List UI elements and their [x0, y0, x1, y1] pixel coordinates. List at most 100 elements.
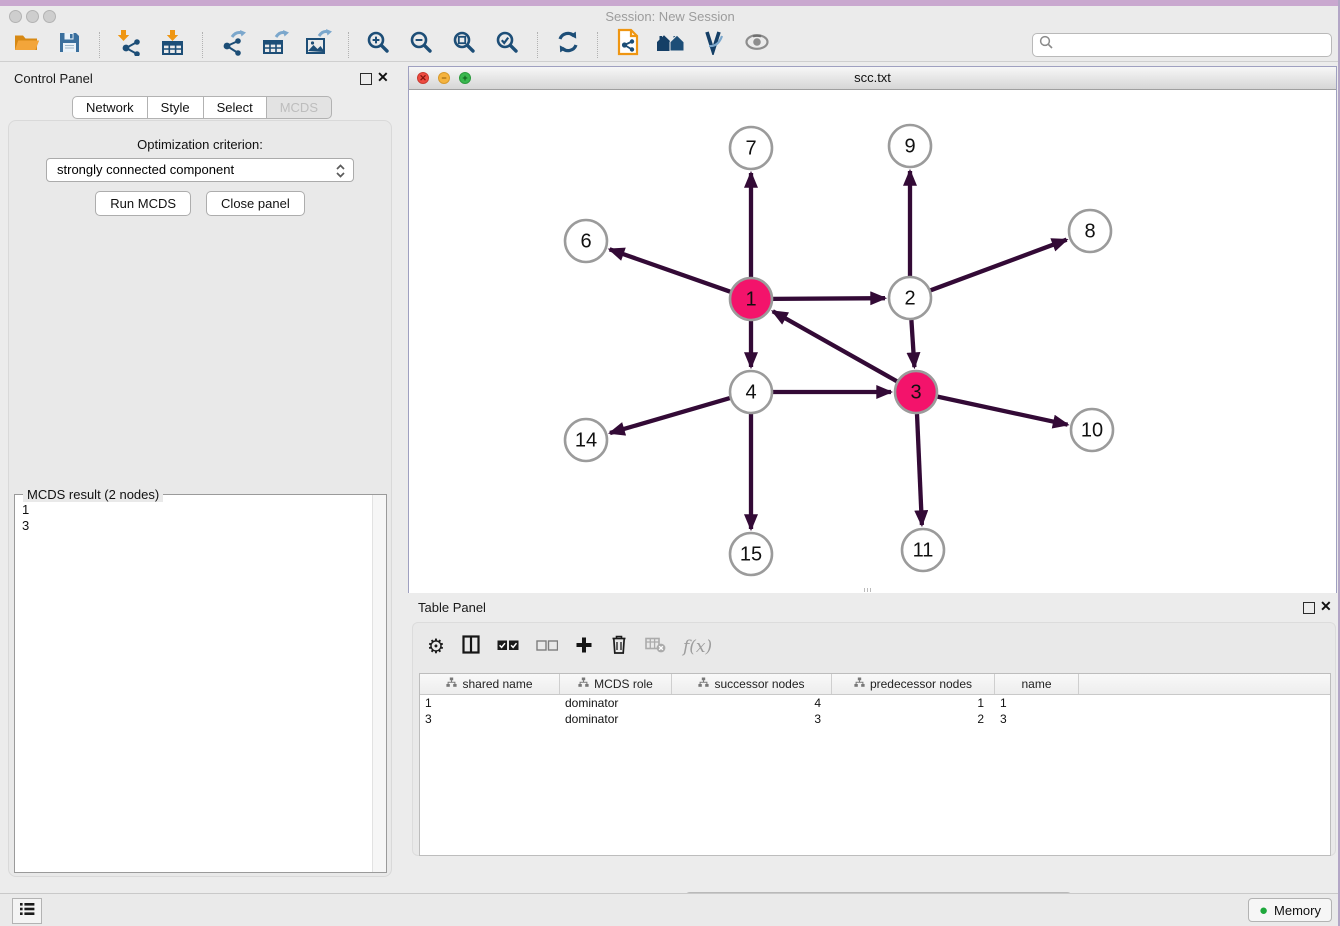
column-header-MCDS-role[interactable]: MCDS role: [560, 674, 672, 694]
close-panel-button[interactable]: Close panel: [206, 191, 305, 216]
network-window-titlebar[interactable]: ✕ − + scc.txt: [409, 67, 1336, 90]
graph-edge-4-14[interactable]: [610, 398, 730, 433]
refresh-layout-button[interactable]: [549, 30, 586, 60]
hide-preview-button[interactable]: [738, 30, 775, 60]
control-panel-title: Control Panel: [14, 71, 93, 86]
table-options-button[interactable]: ⚙: [427, 637, 445, 657]
gear-icon: ⚙: [427, 637, 445, 657]
add-column-button[interactable]: [575, 636, 593, 659]
close-panel-icon[interactable]: ✕: [377, 69, 389, 85]
task-history-button[interactable]: [12, 898, 42, 924]
table-cell[interactable]: dominator: [560, 711, 672, 727]
graph-edge-3-11[interactable]: [917, 414, 922, 525]
table-cell[interactable]: 3: [995, 711, 1079, 727]
tab-network[interactable]: Network: [72, 96, 148, 119]
float-panel-icon[interactable]: [360, 73, 372, 85]
graph-node-label: 9: [904, 135, 915, 157]
tab-select[interactable]: Select: [203, 96, 267, 119]
new-network-document-button[interactable]: [609, 30, 646, 60]
list-icon: [19, 902, 35, 921]
delete-column-button[interactable]: [610, 634, 628, 660]
graph-node-label: 14: [575, 429, 597, 451]
column-header-shared-name[interactable]: shared name: [420, 674, 560, 694]
network-import-icon: [116, 29, 143, 61]
network-graph[interactable]: 1234678910111415: [409, 90, 1336, 593]
window-close-button[interactable]: [9, 10, 22, 23]
graph-edge-3-10[interactable]: [938, 397, 1068, 425]
app-title: Session: New Session: [0, 6, 1340, 28]
table-cell[interactable]: 3: [420, 711, 560, 727]
table-row[interactable]: 1dominator411: [420, 695, 1330, 711]
graph-edge-2-3[interactable]: [911, 320, 914, 367]
table-cell[interactable]: 3: [672, 711, 832, 727]
close-panel-icon[interactable]: ✕: [1320, 598, 1332, 614]
canvas-resize-grip[interactable]: [864, 588, 872, 592]
import-network-button[interactable]: [111, 30, 148, 60]
graph-edge-1-6[interactable]: [610, 249, 731, 291]
refresh-icon: [555, 29, 581, 60]
memory-button[interactable]: ● Memory: [1248, 898, 1332, 922]
result-scrollbar[interactable]: [372, 495, 386, 872]
table-import-icon: [159, 29, 186, 61]
tab-mcds[interactable]: MCDS: [266, 96, 332, 119]
app-titlebar: Session: New Session: [0, 6, 1340, 28]
table-cell[interactable]: 1: [995, 695, 1079, 711]
tab-style[interactable]: Style: [147, 96, 204, 119]
table-panel-title: Table Panel: [418, 600, 486, 615]
open-session-button[interactable]: [8, 30, 45, 60]
export-network-button[interactable]: [214, 30, 251, 60]
column-header-predecessor-nodes[interactable]: predecessor nodes: [832, 674, 995, 694]
column-label: name: [1021, 677, 1051, 691]
network-close-icon[interactable]: ✕: [417, 72, 429, 84]
function-builder-button-disabled[interactable]: f(x): [683, 637, 712, 657]
delete-table-button-disabled[interactable]: [645, 636, 666, 658]
table-cell[interactable]: 1: [832, 695, 995, 711]
floppy-save-icon: [58, 31, 81, 59]
optimization-dropdown[interactable]: strongly connected component: [46, 158, 354, 182]
zoom-fit-button[interactable]: [446, 30, 483, 60]
network-maximize-icon[interactable]: +: [459, 72, 471, 84]
graph-node-label: 6: [580, 230, 591, 252]
graph-edge-3-1[interactable]: [773, 311, 897, 381]
zoom-in-button[interactable]: [360, 30, 397, 60]
save-session-button[interactable]: [51, 30, 88, 60]
table-row[interactable]: 3dominator323: [420, 711, 1330, 727]
zoom-out-button[interactable]: [403, 30, 440, 60]
zoom-in-icon: [366, 30, 391, 60]
table-cell[interactable]: dominator: [560, 695, 672, 711]
toolbar-separator: [99, 32, 100, 58]
zoom-check-icon: [495, 30, 520, 60]
network-canvas[interactable]: 1234678910111415: [409, 90, 1336, 593]
table-cell[interactable]: 4: [672, 695, 832, 711]
float-panel-icon[interactable]: [1303, 602, 1315, 614]
search-input[interactable]: [1058, 35, 1331, 55]
window-minimize-button[interactable]: [26, 10, 39, 23]
deselect-all-button[interactable]: [536, 638, 558, 656]
window-zoom-button[interactable]: [43, 10, 56, 23]
sort-tree-icon: [854, 677, 865, 691]
home-networks-button[interactable]: [652, 30, 689, 60]
table-cell[interactable]: 2: [832, 711, 995, 727]
vizmapper-button[interactable]: [695, 30, 732, 60]
table-body: 1dominator4113dominator323: [420, 695, 1330, 727]
graph-edge-2-8[interactable]: [931, 240, 1067, 291]
column-header-name[interactable]: name: [995, 674, 1079, 694]
graph-node-label: 2: [904, 287, 915, 309]
export-image-button[interactable]: [300, 30, 337, 60]
trash-icon: [610, 634, 628, 660]
graph-edge-1-2[interactable]: [773, 298, 885, 299]
run-mcds-button[interactable]: Run MCDS: [95, 191, 191, 216]
export-table-button[interactable]: [257, 30, 294, 60]
column-label: shared name: [462, 677, 532, 691]
zoom-selected-button[interactable]: [489, 30, 526, 60]
column-header-successor-nodes[interactable]: successor nodes: [672, 674, 832, 694]
toolbar-separator: [348, 32, 349, 58]
select-all-button[interactable]: [497, 638, 519, 656]
toolbar-separator: [202, 32, 203, 58]
table-cell[interactable]: 1: [420, 695, 560, 711]
show-columns-button[interactable]: [462, 635, 480, 659]
import-table-button[interactable]: [154, 30, 191, 60]
network-view-window: ✕ − + scc.txt 1234678910111415: [408, 66, 1337, 593]
application-window: Session: New Session: [0, 0, 1340, 926]
network-minimize-icon[interactable]: −: [438, 72, 450, 84]
